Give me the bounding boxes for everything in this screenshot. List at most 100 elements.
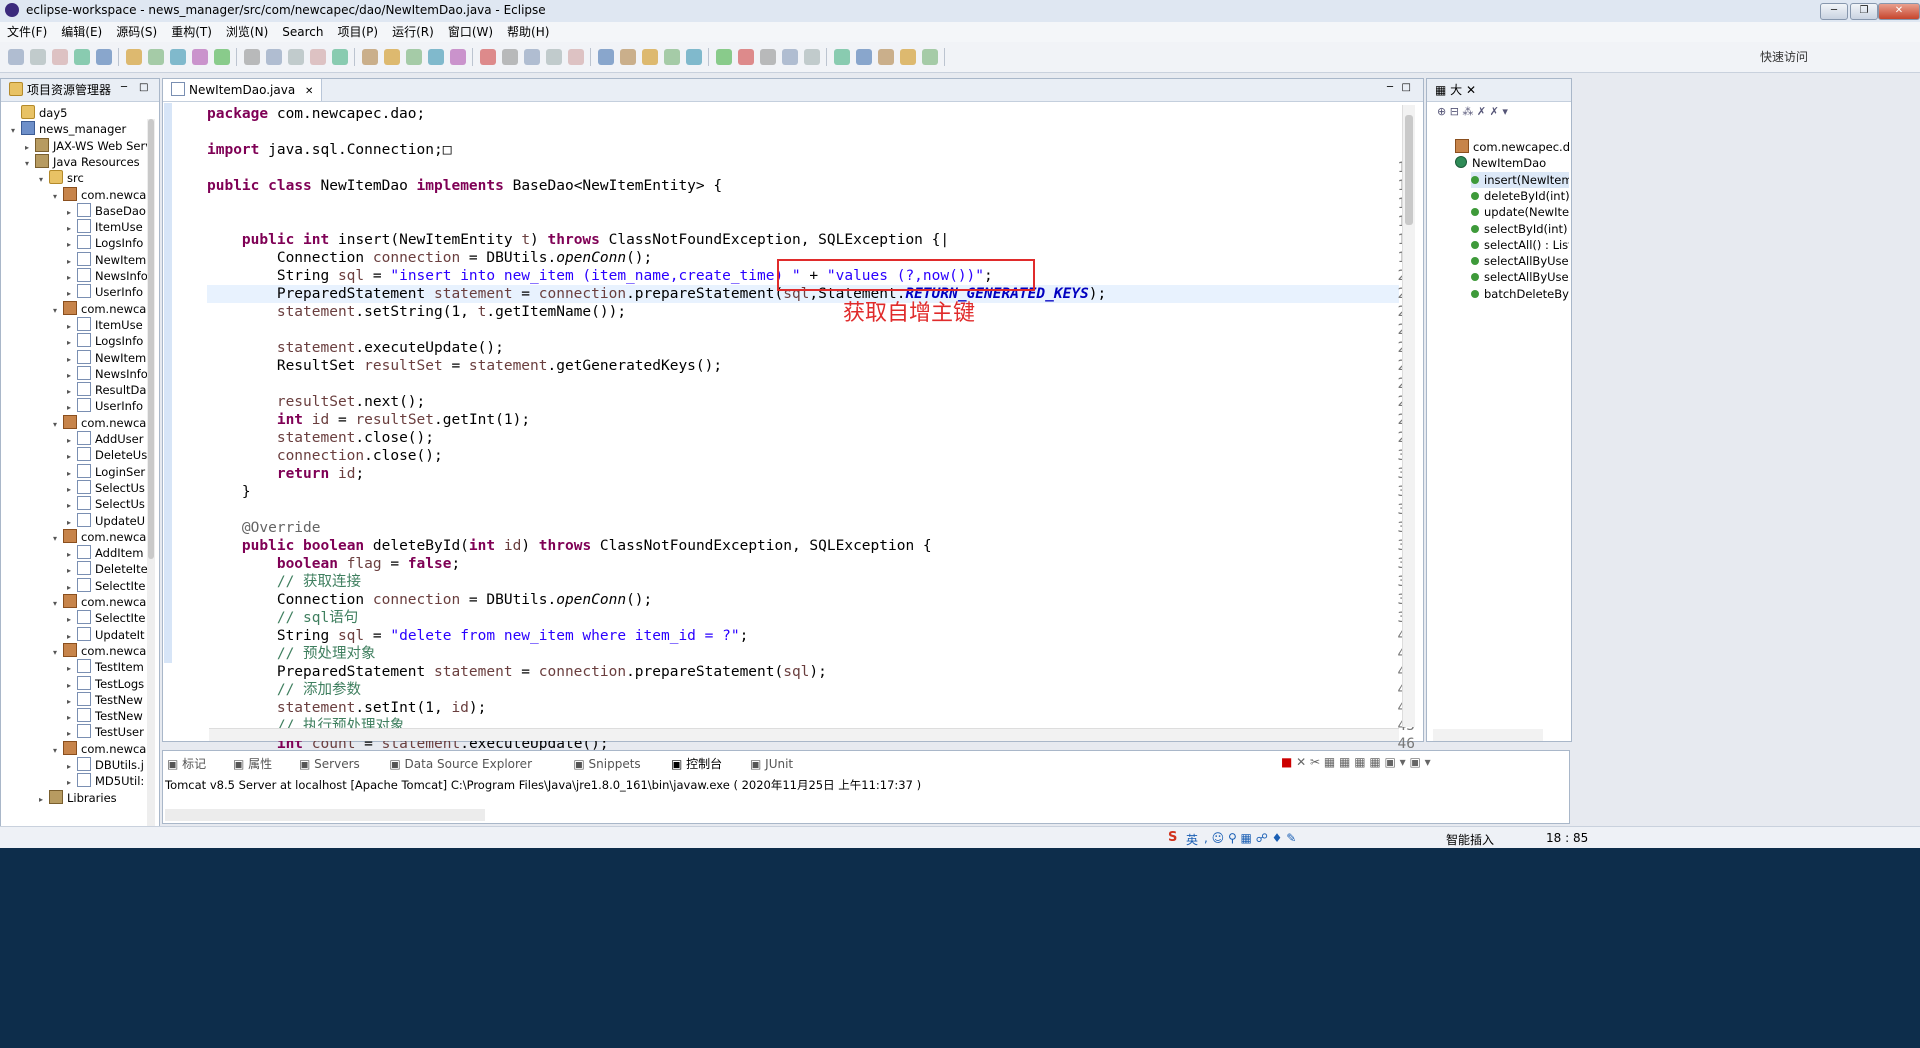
toolbar-icon-1[interactable] <box>30 49 46 65</box>
tab-newitemdao[interactable]: NewItemDao.java ✕ <box>163 79 323 101</box>
maximize-editor-icon[interactable]: □ <box>1402 82 1411 93</box>
toolbar-icon-22[interactable] <box>450 49 466 65</box>
outline-item[interactable]: selectAll() : List <box>1471 237 1569 253</box>
tree-item[interactable]: ▾ com.newcap <box>53 528 147 547</box>
tab-outline[interactable]: ▦ 大 ✕ <box>1427 79 1485 101</box>
toolbar-icon-25[interactable] <box>502 49 518 65</box>
console-tab-6[interactable]: ▣ JUnit <box>750 755 793 773</box>
menu-item-4[interactable]: 浏览(N) <box>219 22 275 42</box>
code-line[interactable]: statement.executeUpdate(); <box>207 339 504 357</box>
toolbar-icon-38[interactable] <box>760 49 776 65</box>
toolbar-icon-27[interactable] <box>546 49 562 65</box>
tree-item[interactable]: ▸ UpdateU <box>67 512 145 529</box>
toolbar-icon-10[interactable] <box>214 49 230 65</box>
code-line[interactable]: int id = resultSet.getInt(1); <box>207 411 530 429</box>
expand-arrow-icon[interactable]: ▾ <box>53 531 63 547</box>
toolbar-icon-15[interactable] <box>310 49 326 65</box>
toolbar-icon-21[interactable] <box>428 49 444 65</box>
expand-arrow-icon[interactable]: ▾ <box>53 596 63 612</box>
console-tab-4[interactable]: ▣ Snippets <box>573 755 640 773</box>
toolbar-icon-39[interactable] <box>782 49 798 65</box>
console-tab-0[interactable]: ▣ 标记 <box>167 755 206 773</box>
tree-item[interactable]: ▸ DeleteIte <box>67 561 147 577</box>
toolbar-icon-43[interactable] <box>856 49 872 65</box>
tree-item[interactable]: ▸ Libraries <box>39 789 117 808</box>
tree-item[interactable]: ▸ SelectUs <box>67 496 145 512</box>
close-tab-icon[interactable]: ✕ <box>305 86 313 97</box>
toolbar-icon-45[interactable] <box>900 49 916 65</box>
code-line[interactable]: String sql = "delete from new_item where… <box>207 627 748 645</box>
code-line[interactable]: statement.setInt(1, id); <box>207 699 487 717</box>
tree-item[interactable]: ▸ UserInfo <box>67 398 143 414</box>
tree-item[interactable]: ▾ news_manager <box>11 121 126 137</box>
code-line[interactable]: ResultSet resultSet = statement.getGener… <box>207 357 722 375</box>
outline-item[interactable]: update(NewIte <box>1471 204 1569 220</box>
tree-item[interactable]: ▸ UpdateIt <box>67 626 145 643</box>
tree-item[interactable]: ▸ TestLogs <box>67 675 144 692</box>
outline-item[interactable]: batchDeleteByI <box>1471 286 1569 302</box>
toolbar-icon-19[interactable] <box>384 49 400 65</box>
menu-item-1[interactable]: 编辑(E) <box>54 22 109 42</box>
outline-item[interactable]: selectById(int) <box>1471 221 1568 237</box>
expand-arrow-icon[interactable]: ▾ <box>53 645 63 661</box>
code-line[interactable]: connection.close(); <box>207 447 443 465</box>
tree-item[interactable]: ▾ com.newcap <box>53 594 147 610</box>
code-line[interactable]: // 预处理对象 <box>207 645 376 663</box>
tree-item[interactable]: ▸ AddUser <box>67 431 143 447</box>
code-line[interactable]: statement.setString(1, t.getItemName()); <box>207 303 626 321</box>
maximize-button[interactable]: ❐ <box>1850 3 1878 20</box>
toolbar-icon-44[interactable] <box>878 49 894 65</box>
tree-item[interactable]: ▸ SelectIte <box>67 610 145 626</box>
tree-item[interactable]: ▸ BaseDao <box>67 202 146 219</box>
toolbar-icon-16[interactable] <box>332 49 348 65</box>
code-line[interactable]: import java.sql.Connection;□ <box>207 141 451 159</box>
menu-item-5[interactable]: Search <box>275 22 330 42</box>
code-line[interactable]: public boolean deleteById(int id) throws… <box>207 537 932 555</box>
tree-item[interactable]: ▸ TestNew <box>67 708 143 724</box>
code-line[interactable]: PreparedStatement statement = connection… <box>207 663 827 681</box>
expand-arrow-icon[interactable]: ▾ <box>25 156 35 172</box>
console-tab-1[interactable]: ▣ 属性 <box>233 755 272 773</box>
tree-item[interactable]: ▸ TestItem <box>67 659 144 675</box>
toolbar-icon-33[interactable] <box>664 49 680 65</box>
tree-item[interactable]: ▸ NewItem <box>67 349 146 366</box>
toolbar-icon-32[interactable] <box>642 49 658 65</box>
code-line[interactable]: Connection connection = DBUtils.openConn… <box>207 591 652 609</box>
toolbar-icon-28[interactable] <box>568 49 584 65</box>
expand-arrow-icon[interactable]: ▾ <box>53 743 63 759</box>
tree-item[interactable]: ▸ MD5Util: <box>67 773 144 789</box>
toolbar-icon-8[interactable] <box>170 49 186 65</box>
menu-item-2[interactable]: 源码(S) <box>109 22 164 42</box>
toolbar-icon-37[interactable] <box>738 49 754 65</box>
quick-access[interactable]: 快速访问 <box>1760 48 1808 65</box>
tree-item[interactable]: ▸ ResultDa <box>67 382 146 398</box>
expand-arrow-icon[interactable]: ▸ <box>39 792 49 808</box>
toolbar-icon-42[interactable] <box>834 49 850 65</box>
outline-scrollbar[interactable] <box>1433 729 1543 741</box>
toolbar-icon-40[interactable] <box>804 49 820 65</box>
tree-item[interactable]: ▸ DeleteUs <box>67 447 147 463</box>
tree-item[interactable]: ▾ com.newcap <box>53 186 147 203</box>
tree-item[interactable]: ▾ Java Resources <box>25 153 140 172</box>
code-line[interactable]: Connection connection = DBUtils.openConn… <box>207 249 652 267</box>
toolbar-icon-14[interactable] <box>288 49 304 65</box>
expand-arrow-icon[interactable]: ▾ <box>53 303 63 319</box>
toolbar-icon-0[interactable] <box>8 49 24 65</box>
tree-item[interactable]: ▸ LogsInfo <box>67 333 143 349</box>
outline-item[interactable]: deleteById(int) <box>1471 188 1569 204</box>
toolbar-icon-34[interactable] <box>686 49 702 65</box>
code-line[interactable]: statement.close(); <box>207 429 434 447</box>
tree-item[interactable]: ▸ LogsInfo <box>67 235 143 251</box>
tree-item[interactable]: ▸ ItemUse <box>67 219 143 235</box>
code-line[interactable]: @Override <box>207 519 321 537</box>
code-line[interactable]: resultSet.next(); <box>207 393 425 411</box>
console-scrollbar[interactable] <box>165 809 485 821</box>
toolbar-icon-24[interactable] <box>480 49 496 65</box>
tree-item[interactable]: day5 <box>11 105 67 121</box>
toolbar-icon-3[interactable] <box>74 49 90 65</box>
toolbar-icon-31[interactable] <box>620 49 636 65</box>
tree-item[interactable]: ▾ src <box>39 170 84 186</box>
tree-item[interactable]: ▾ com.newcap <box>53 642 147 661</box>
menu-item-6[interactable]: 项目(P) <box>331 22 386 42</box>
tree-item[interactable]: ▸ TestNew <box>67 691 143 708</box>
